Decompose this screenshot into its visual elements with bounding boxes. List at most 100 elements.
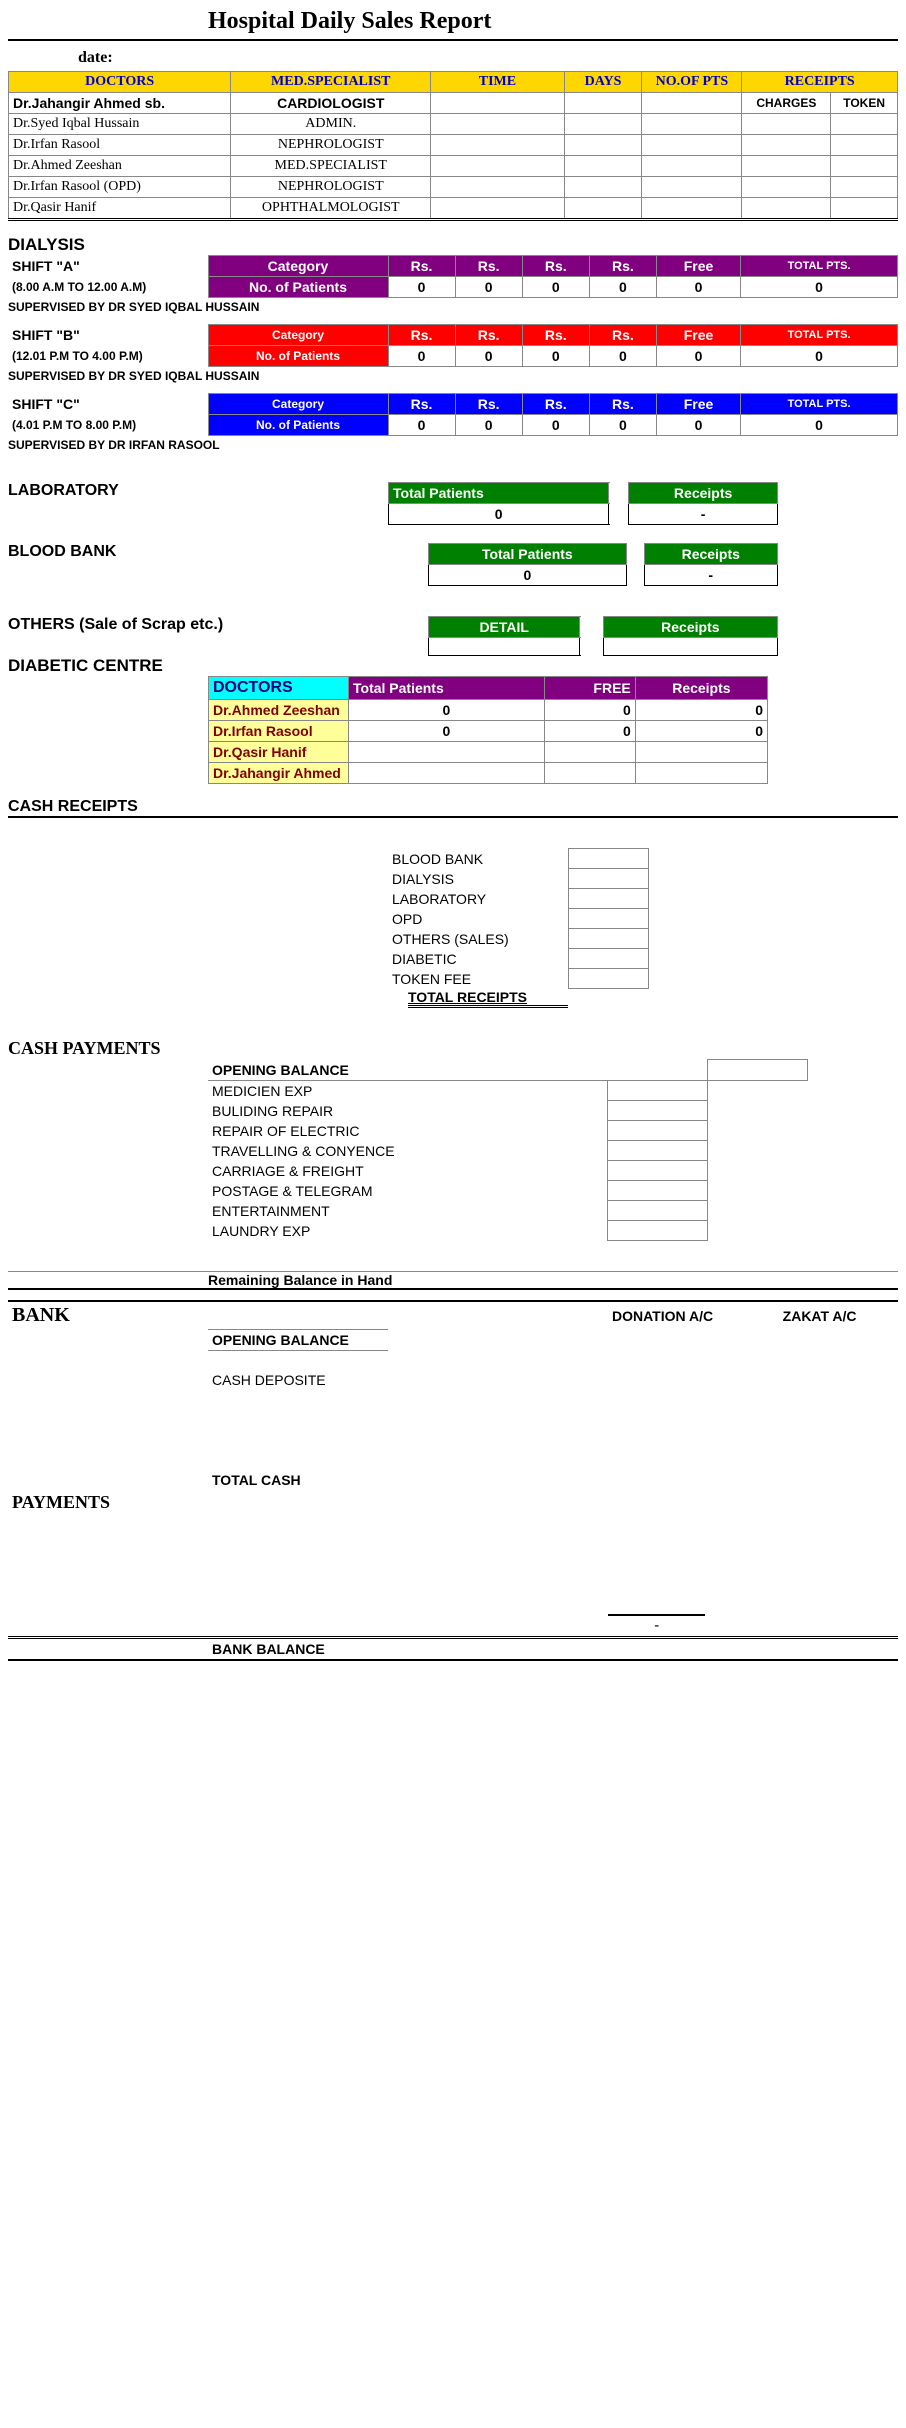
free-h: Free: [657, 256, 741, 277]
num-label: No. of Patients: [208, 346, 388, 367]
total-h: TOTAL PTS.: [741, 256, 898, 277]
doc-spec: NEPHROLOGIST: [231, 177, 431, 198]
free-h: Free: [657, 394, 741, 415]
diab-free: [544, 742, 635, 763]
cp-item: TRAVELLING & CONYENCE: [208, 1141, 608, 1161]
shift-b-sup: SUPERVISED BY DR SYED IQBAL HUSSAIN: [8, 367, 898, 393]
cr-val: [568, 909, 648, 929]
lab-title: LABORATORY: [8, 482, 388, 525]
shift-a-time: (8.00 A.M TO 12.00 A.M): [8, 277, 208, 298]
rs-h: Rs.: [522, 325, 589, 346]
others-h1: DETAIL: [429, 617, 580, 638]
charges-label: CHARGES: [742, 93, 831, 114]
doc-name: Dr.Qasir Hanif: [9, 198, 231, 220]
shift-a-table: SHIFT "A" Category Rs. Rs. Rs. Rs. Free …: [8, 255, 898, 298]
report-title: Hospital Daily Sales Report: [8, 8, 898, 41]
rs-h: Rs.: [388, 256, 455, 277]
cat-h: Category: [208, 394, 388, 415]
val: 0: [455, 277, 522, 298]
diab-doc: Dr.Qasir Hanif: [209, 742, 349, 763]
cr-item: OTHERS (SALES): [388, 929, 568, 949]
payments-title: PAYMENTS: [8, 1490, 208, 1515]
bank-val: [608, 1370, 705, 1390]
bb-h2: Receipts: [644, 544, 777, 565]
cr-item: BLOOD BANK: [388, 849, 568, 869]
cat-h: Category: [208, 256, 388, 277]
bloodbank-table: Total PatientsReceipts 0-: [428, 543, 778, 586]
col-receipts: RECEIPTS: [742, 72, 898, 93]
doc-spec: NEPHROLOGIST: [231, 135, 431, 156]
cr-item: OPD: [388, 909, 568, 929]
val: 0: [388, 415, 455, 436]
dialysis-title: DIALYSIS: [8, 221, 898, 255]
cr-item: TOKEN FEE: [388, 969, 568, 989]
val: 0: [455, 346, 522, 367]
shift-c-time: (4.01 P.M TO 8.00 P.M): [8, 415, 208, 436]
bank-dash: -: [608, 1615, 705, 1638]
cp-item: REPAIR OF ELECTRIC: [208, 1121, 608, 1141]
shift-a-name: SHIFT "A": [8, 256, 208, 277]
cash-payments-list: OPENING BALANCE MEDICIEN EXP BULIDING RE…: [208, 1059, 808, 1241]
doc-row-5: Dr.Qasir HanifOPHTHALMOLOGIST: [9, 198, 898, 220]
diab-h-rec: Receipts: [635, 677, 767, 700]
bank-title: BANK: [8, 1301, 208, 1329]
rs-h: Rs.: [589, 394, 656, 415]
doc-spec: ADMIN.: [231, 114, 431, 135]
others-h2: Receipts: [603, 617, 777, 638]
diab-row-0: Dr.Ahmed Zeeshan000: [209, 700, 768, 721]
doc-name: Dr.Irfan Rasool (OPD): [9, 177, 231, 198]
shift-b-time: (12.01 P.M TO 4.00 P.M): [8, 346, 208, 367]
rs-h: Rs.: [388, 394, 455, 415]
cp-item: BULIDING REPAIR: [208, 1101, 608, 1121]
diab-free: 0: [544, 700, 635, 721]
col-specialist: MED.SPECIALIST: [231, 72, 431, 93]
val: 0: [741, 346, 898, 367]
cash-receipts-list: BLOOD BANK DIALYSIS LABORATORY OPD OTHER…: [388, 848, 788, 989]
lab-h2: Receipts: [629, 483, 778, 504]
bank-val: [779, 1370, 898, 1390]
cp-val: [608, 1141, 708, 1161]
others-v2: [603, 638, 777, 656]
diab-rec: [635, 742, 767, 763]
diab-h-doc: DOCTORS: [209, 677, 349, 700]
cp-val: [608, 1221, 708, 1241]
cat-h: Category: [208, 325, 388, 346]
cr-val: [568, 929, 648, 949]
doc-spec: OPHTHALMOLOGIST: [231, 198, 431, 220]
cash-receipts-title: CASH RECEIPTS: [8, 784, 898, 818]
rs-h: Rs.: [455, 256, 522, 277]
diabetic-title: DIABETIC CENTRE: [8, 656, 898, 676]
val: 0: [741, 277, 898, 298]
cash-payments-title: CASH PAYMENTS: [8, 1028, 898, 1059]
diab-doc: Dr.Ahmed Zeeshan: [209, 700, 349, 721]
val: 0: [589, 415, 656, 436]
num-label: No. of Patients: [208, 277, 388, 298]
val: 0: [589, 277, 656, 298]
cp-item: ENTERTAINMENT: [208, 1201, 608, 1221]
cr-item: DIABETIC: [388, 949, 568, 969]
diab-row-3: Dr.Jahangir Ahmed: [209, 763, 768, 784]
lab-h1: Total Patients: [389, 483, 609, 504]
cp-opening: OPENING BALANCE: [208, 1060, 608, 1081]
others-title: OTHERS (Sale of Scrap etc.): [8, 616, 428, 656]
shift-c-table: SHIFT "C" Category Rs. Rs. Rs. Rs. Free …: [8, 393, 898, 436]
cp-item: LAUNDRY EXP: [208, 1221, 608, 1241]
val: 0: [522, 346, 589, 367]
val: 0: [522, 415, 589, 436]
cp-val: [708, 1060, 808, 1081]
doc-name: Dr.Jahangir Ahmed sb.: [9, 93, 231, 114]
others-v1: [429, 638, 580, 656]
rs-h: Rs.: [455, 394, 522, 415]
cell: [431, 93, 564, 114]
diab-h-tp: Total Patients: [349, 677, 545, 700]
doc-name: Dr.Syed Iqbal Hussain: [9, 114, 231, 135]
total-h: TOTAL PTS.: [741, 325, 898, 346]
doctors-table: DOCTORS MED.SPECIALIST TIME DAYS NO.OF P…: [8, 71, 898, 221]
cp-val: [608, 1161, 708, 1181]
diab-tp: [349, 742, 545, 763]
diab-tp: [349, 763, 545, 784]
num-label: No. of Patients: [208, 415, 388, 436]
cr-val: [568, 849, 648, 869]
free-h: Free: [657, 325, 741, 346]
cr-val: [568, 869, 648, 889]
